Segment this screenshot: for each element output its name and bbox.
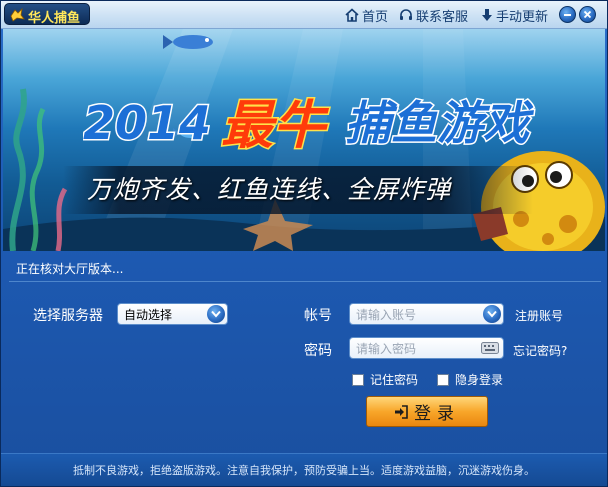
headline-year: 2014 xyxy=(83,96,211,150)
server-dropdown-button[interactable] xyxy=(207,305,225,323)
home-link[interactable]: 首页 xyxy=(345,6,389,25)
footer-notice: 抵制不良游戏，拒绝盗版游戏。注意自我保护，预防受骗上当。适度游戏益脑，沉迷游戏伤… xyxy=(73,464,535,477)
download-arrow-icon xyxy=(482,9,492,21)
register-account-link[interactable]: 注册账号 xyxy=(515,307,563,324)
banner-slogan: 万炮齐发、红鱼连线、全屏炸弹 xyxy=(87,175,452,204)
manual-update-label: 手动更新 xyxy=(496,9,549,25)
chevron-down-icon xyxy=(211,310,221,318)
remember-password-checkbox[interactable]: 记住密码 xyxy=(352,371,418,388)
close-button[interactable] xyxy=(579,6,596,23)
launcher-window: 华人捕鱼 首页 联系客服 手动更新 2014 最牛 捕鱼游戏 万炮齐发、红鱼连线… xyxy=(0,0,608,487)
fish-logo-icon xyxy=(10,7,25,22)
minimize-button[interactable] xyxy=(559,6,576,23)
close-icon xyxy=(583,10,592,19)
server-select[interactable]: 自动选择 xyxy=(117,303,228,325)
status-text: 正在核对大厅版本... xyxy=(16,262,124,276)
server-label: 选择服务器 xyxy=(33,308,103,324)
promo-banner: 2014 最牛 捕鱼游戏 万炮齐发、红鱼连线、全屏炸弹 xyxy=(3,29,605,251)
contact-service-label: 联系客服 xyxy=(416,9,469,25)
password-placeholder: 请输入密码 xyxy=(356,341,417,356)
small-fish-icon xyxy=(163,35,213,49)
remember-password-label: 记住密码 xyxy=(370,373,419,387)
contact-service-link[interactable]: 联系客服 xyxy=(399,6,469,25)
login-button[interactable]: 登录 xyxy=(366,396,488,427)
keyboard-icon[interactable] xyxy=(481,342,499,354)
game-headline: 2014 最牛 捕鱼游戏 xyxy=(83,95,536,158)
account-dropdown-button[interactable] xyxy=(483,305,501,323)
checkbox-box[interactable] xyxy=(437,373,449,386)
home-link-label: 首页 xyxy=(362,9,389,25)
headline-highlight: 最牛 xyxy=(221,96,330,156)
app-badge: 华人捕鱼 xyxy=(4,3,90,26)
manual-update-link[interactable]: 手动更新 xyxy=(481,6,549,25)
invisible-login-checkbox[interactable]: 隐身登录 xyxy=(437,371,503,388)
footer-bar: 抵制不良游戏，拒绝盗版游戏。注意自我保护，预防受骗上当。适度游戏益脑，沉迷游戏伤… xyxy=(1,453,607,486)
app-title: 华人捕鱼 xyxy=(28,11,81,26)
login-arrow-icon xyxy=(395,404,408,419)
headset-icon xyxy=(400,9,412,20)
invisible-login-label: 隐身登录 xyxy=(455,373,504,387)
chevron-down-icon xyxy=(487,310,497,318)
home-icon xyxy=(345,8,359,22)
headline-title: 捕鱼游戏 xyxy=(345,96,534,150)
checkbox-box[interactable] xyxy=(352,373,364,386)
account-label: 帐号 xyxy=(304,308,332,324)
divider xyxy=(9,281,601,282)
account-placeholder: 请输入账号 xyxy=(356,307,417,322)
server-select-value: 自动选择 xyxy=(124,307,173,322)
login-button-label: 登录 xyxy=(414,404,460,424)
title-bar[interactable]: 华人捕鱼 首页 联系客服 手动更新 xyxy=(1,1,607,29)
password-input[interactable]: 请输入密码 xyxy=(349,337,504,359)
password-label: 密码 xyxy=(304,343,332,359)
account-input[interactable]: 请输入账号 xyxy=(349,303,504,325)
forgot-password-link[interactable]: 忘记密码? xyxy=(513,342,567,359)
minimize-icon xyxy=(564,14,571,16)
